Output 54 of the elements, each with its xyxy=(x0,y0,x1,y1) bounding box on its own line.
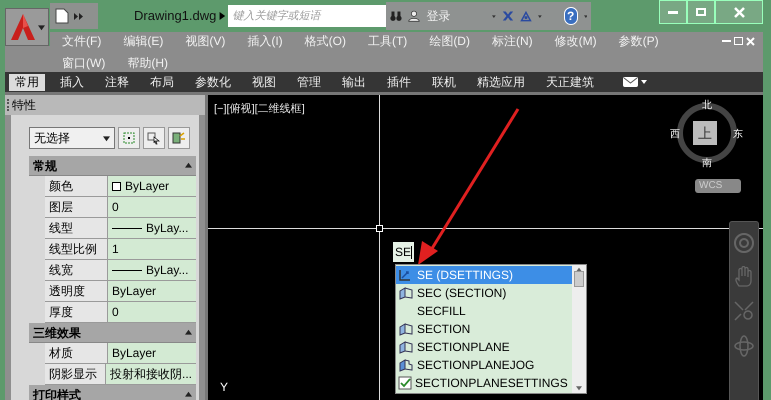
selection-dropdown[interactable]: 无选择 xyxy=(29,127,115,149)
property-label: 阴影显示 xyxy=(48,366,98,383)
drawing-canvas[interactable]: [−][俯视][二维线框] 北 西 上 东 南 WCS Y SE SE (DSETTINGS) SEC (SECTION) SECFILL SECTION SECTIONPLANE SECTIONPLANEJOG SECTIONPLANESETTINGS xyxy=(205,95,763,400)
help-button[interactable]: ? xyxy=(564,7,578,25)
property-label: 厚度 xyxy=(48,304,74,321)
autocomplete-item[interactable]: SEC (SECTION) xyxy=(396,284,572,302)
compass-north-label[interactable]: 北 xyxy=(702,98,712,113)
ribbon-tab[interactable]: 输出 xyxy=(336,74,372,90)
ribbon-tab[interactable]: 联机 xyxy=(426,74,462,90)
section-header[interactable]: 三维效果 xyxy=(29,323,196,343)
property-label: 图层 xyxy=(48,199,74,216)
window-title: Drawing1.dwg xyxy=(134,7,216,26)
ribbon-tab[interactable]: 视图 xyxy=(246,74,282,90)
ribbon-tab[interactable]: 注释 xyxy=(99,74,135,90)
autocomplete-item[interactable]: SECTIONPLANEJOG xyxy=(396,356,572,374)
section-title: 常规 xyxy=(33,158,57,174)
ribbon-tab[interactable]: 管理 xyxy=(291,74,327,90)
palette-title: 特性 xyxy=(12,97,36,114)
property-label: 透明度 xyxy=(48,283,86,300)
ribbon-tab[interactable]: 插入 xyxy=(54,74,90,90)
section-header[interactable]: 常规 xyxy=(29,156,196,176)
command-input-field[interactable]: SE xyxy=(393,242,414,262)
property-label: 线型比例 xyxy=(48,241,98,258)
property-label: 颜色 xyxy=(48,178,74,195)
section-title: 三维效果 xyxy=(33,324,81,342)
ribbon-tab[interactable]: 天正建筑 xyxy=(540,74,600,90)
property-value[interactable]: 投射和接收阴... xyxy=(104,364,196,384)
compass-south-label[interactable]: 南 xyxy=(702,156,712,171)
ribbon-tab[interactable]: 参数化 xyxy=(189,74,237,90)
ribbon-tab[interactable]: 常用 xyxy=(9,74,45,90)
compass-west-label[interactable]: 西 xyxy=(670,127,680,142)
compass-east-label[interactable]: 东 xyxy=(733,127,743,142)
autocomplete-item[interactable]: SECFILL xyxy=(396,302,572,320)
property-label: 线宽 xyxy=(48,262,74,279)
property-value[interactable]: ByLay... xyxy=(107,218,196,238)
property-value[interactable]: ByLayer xyxy=(107,281,196,301)
property-value[interactable]: 0 xyxy=(107,197,196,217)
axis-label: Y xyxy=(220,379,228,396)
autocomplete-item[interactable]: SECTION xyxy=(396,320,572,338)
property-value[interactable]: 0 xyxy=(107,302,196,322)
ribbon-tab[interactable]: 布局 xyxy=(144,74,180,90)
viewcube-face[interactable]: 上 xyxy=(693,121,717,145)
property-label: 材质 xyxy=(48,345,74,362)
autocomplete-item[interactable]: SECTIONPLANE xyxy=(396,338,572,356)
search-field[interactable]: 键入关键字或短语 xyxy=(228,5,386,27)
autocomplete-item[interactable]: SECTIONPLANESETTINGS xyxy=(396,374,572,392)
property-value[interactable]: ByLayer xyxy=(107,176,196,196)
property-label: 线型 xyxy=(48,220,74,237)
ribbon-tab[interactable]: 插件 xyxy=(381,74,417,90)
ribbon-tab[interactable]: 精选应用 xyxy=(471,74,531,90)
property-value[interactable]: ByLayer xyxy=(107,343,196,363)
viewport-label[interactable]: [−][俯视][二维线框] xyxy=(214,101,305,118)
property-value[interactable]: 1 xyxy=(107,239,196,259)
property-value[interactable]: ByLay... xyxy=(107,260,196,280)
